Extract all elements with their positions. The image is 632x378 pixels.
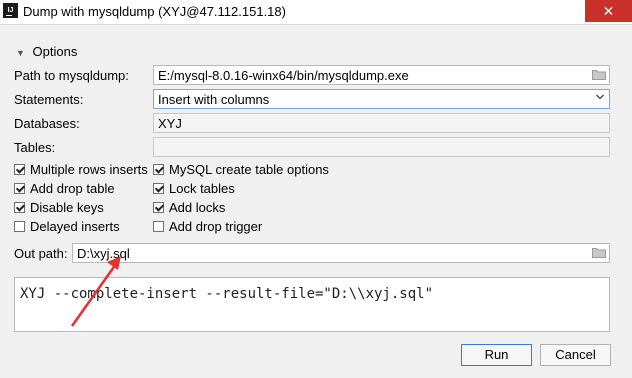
statements-dropdown[interactable]: Insert with columns [153,89,610,109]
command-preview[interactable]: XYJ --complete-insert --result-file="D:\… [14,277,610,332]
close-button[interactable]: ✕ [585,0,632,22]
checkbox-checked-icon [153,183,164,194]
databases-value: XYJ [158,116,182,131]
checkbox-label: Lock tables [169,181,235,196]
checkbox-checked-icon [14,202,25,213]
checkbox-label: Add drop trigger [169,219,263,234]
tables-field [153,137,610,157]
lock-tables-checkbox[interactable]: Lock tables [153,181,235,196]
statements-value: Insert with columns [158,92,270,107]
checkbox-label: Multiple rows inserts [30,162,148,177]
run-button[interactable]: Run [461,344,532,366]
add-drop-trigger-checkbox[interactable]: Add drop trigger [153,219,262,234]
checkbox-label: Add locks [169,200,226,215]
title-bar: IJ Dump with mysqldump (XYJ@47.112.151.1… [0,0,632,25]
multiple-rows-inserts-checkbox[interactable]: Multiple rows inserts [14,162,148,177]
triangle-down-icon: ▼ [16,48,25,58]
checkbox-label: Add drop table [30,181,115,196]
statements-label: Statements: [14,92,84,107]
checkbox-checked-icon [153,164,164,175]
tables-label: Tables: [14,140,56,155]
options-section-label: Options [32,44,78,59]
out-path-label: Out path: [14,246,68,261]
out-path-value: D:\xyj.sql [77,246,130,261]
disable-keys-checkbox[interactable]: Disable keys [14,200,104,215]
path-value: E:/mysql-8.0.16-winx64/bin/mysqldump.exe [158,68,409,83]
checkbox-checked-icon [153,202,164,213]
chevron-down-icon [596,94,604,100]
checkbox-checked-icon [14,183,25,194]
checkbox-unchecked-icon [14,221,25,232]
add-locks-checkbox[interactable]: Add locks [153,200,225,215]
databases-field: XYJ [153,113,610,133]
options-section-toggle[interactable]: ▼ Options [16,44,77,59]
checkbox-unchecked-icon [153,221,164,232]
add-drop-table-checkbox[interactable]: Add drop table [14,181,115,196]
path-input[interactable]: E:/mysql-8.0.16-winx64/bin/mysqldump.exe [153,65,610,85]
checkbox-label: Disable keys [30,200,104,215]
databases-label: Databases: [14,116,80,131]
out-path-input[interactable]: D:\xyj.sql [72,243,610,263]
window-title: Dump with mysqldump (XYJ@47.112.151.18) [23,4,286,19]
path-label: Path to mysqldump: [14,68,129,83]
folder-icon[interactable] [592,69,606,80]
checkbox-checked-icon [14,164,25,175]
intellij-app-icon: IJ [3,3,18,18]
mysql-create-table-options-checkbox[interactable]: MySQL create table options [153,162,329,177]
folder-icon[interactable] [592,247,606,258]
checkbox-label: MySQL create table options [169,162,329,177]
checkbox-label: Delayed inserts [30,219,120,234]
delayed-inserts-checkbox[interactable]: Delayed inserts [14,219,120,234]
cancel-button[interactable]: Cancel [540,344,611,366]
